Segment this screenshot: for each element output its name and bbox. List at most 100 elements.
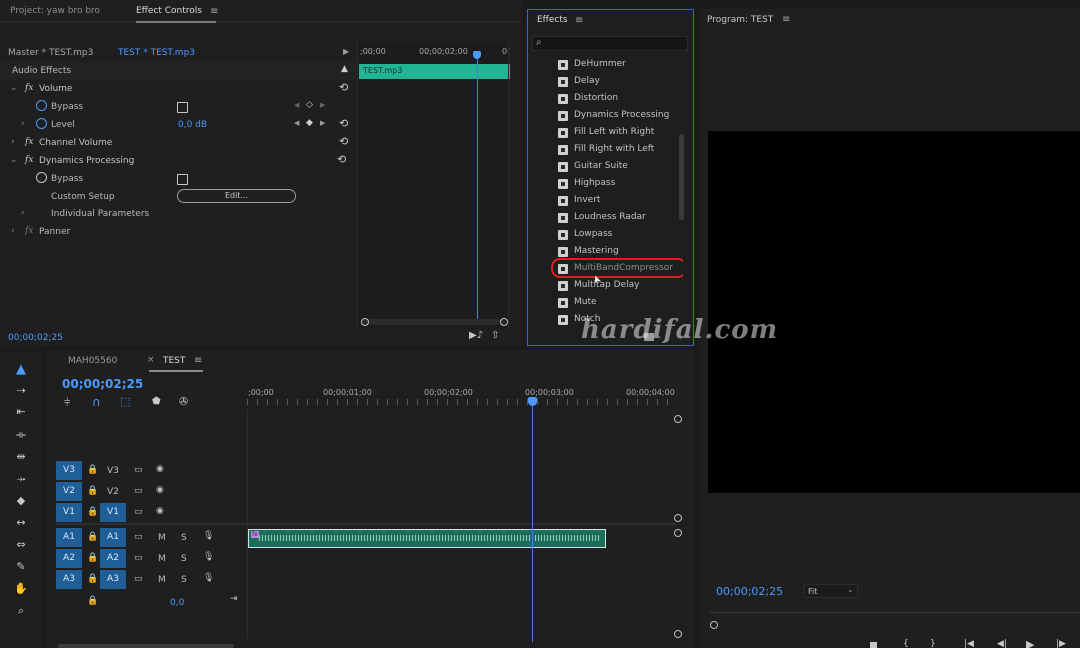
level-value[interactable]: 0,0 dB: [178, 120, 207, 130]
film-icon[interactable]: ▭: [134, 465, 143, 475]
audio-clip[interactable]: fx: [248, 529, 606, 548]
hand-tool-icon[interactable]: ✎: [13, 560, 29, 574]
track-select-tool-icon[interactable]: ⇢: [13, 384, 29, 398]
master-clip-label[interactable]: Master * TEST.mp3: [8, 48, 93, 58]
horizontal-scrollbar[interactable]: [58, 644, 234, 648]
scroll-handle[interactable]: [674, 630, 682, 638]
effect-item[interactable]: Delay: [558, 74, 678, 91]
lock-icon[interactable]: 🔒: [87, 553, 98, 563]
chevron-right-icon[interactable]: ›: [21, 119, 25, 129]
fx-icon[interactable]: fx: [25, 137, 33, 147]
effects-search-field[interactable]: ⌕: [532, 36, 688, 51]
chevron-down-icon[interactable]: ⌄: [10, 83, 18, 93]
export-audio-icon[interactable]: ▶♪: [469, 330, 483, 341]
lock-icon[interactable]: 🔒: [87, 532, 98, 542]
effect-item[interactable]: Guitar Suite: [558, 159, 678, 176]
fx-icon[interactable]: fx: [25, 226, 33, 236]
effect-item[interactable]: Distortion: [558, 91, 678, 108]
export-icon[interactable]: ⇧: [491, 330, 499, 341]
track-source-button[interactable]: A3: [56, 570, 82, 589]
collapse-icon[interactable]: ▲: [341, 64, 348, 74]
track-source-button[interactable]: A1: [56, 528, 82, 547]
channel-volume-row[interactable]: › fx Channel Volume ⟲: [0, 134, 357, 152]
tab-effect-controls[interactable]: Effect Controls: [136, 6, 216, 23]
stopwatch-icon[interactable]: [36, 100, 47, 111]
reset-icon[interactable]: ⟲: [339, 117, 348, 130]
reset-icon[interactable]: ⟲: [339, 81, 348, 94]
go-to-in-icon[interactable]: |◀: [964, 639, 974, 648]
stopwatch-icon[interactable]: [36, 172, 47, 183]
effect-item[interactable]: DeHummer: [558, 57, 678, 74]
effect-item[interactable]: Multitap Delay: [558, 278, 678, 295]
slip-tool-icon[interactable]: ◆: [13, 494, 29, 508]
pen-tool-icon[interactable]: ⇔: [13, 538, 29, 552]
scroll-handle[interactable]: [674, 415, 682, 423]
fx-icon[interactable]: fx: [25, 83, 33, 93]
rolling-edit-tool-icon[interactable]: ⟛: [13, 428, 29, 442]
rate-stretch-tool-icon[interactable]: ⇹: [13, 450, 29, 464]
ec-timecode[interactable]: 00;00;02;25: [8, 333, 63, 343]
play-only-icon[interactable]: ▶: [343, 47, 349, 56]
effect-item[interactable]: Loudness Radar: [558, 210, 678, 227]
solo-button[interactable]: S: [181, 554, 187, 564]
bypass-checkbox[interactable]: [177, 174, 188, 185]
scroll-handle-left[interactable]: [361, 318, 369, 326]
film-icon[interactable]: ▭: [134, 553, 143, 563]
stop-icon[interactable]: [870, 642, 877, 648]
prev-keyframe-icon[interactable]: ◀: [294, 119, 299, 127]
dynamics-processing-row[interactable]: ⌄ fx Dynamics Processing ⟲: [0, 152, 357, 170]
panel-menu-icon[interactable]: ≡: [210, 6, 218, 17]
chevron-right-icon[interactable]: ›: [21, 208, 25, 218]
timeline-ruler[interactable]: ;00;00 00;00;01;00 00;00;02;00 00;00;03;…: [247, 384, 677, 410]
film-icon[interactable]: ▭: [134, 486, 143, 496]
effects-scrollbar[interactable]: [679, 134, 684, 220]
effect-item[interactable]: Highpass: [558, 176, 678, 193]
effects-title[interactable]: Effects: [537, 15, 568, 25]
tab-project[interactable]: Project: yaw bro bro: [10, 6, 100, 16]
step-forward-icon[interactable]: |▶: [1056, 639, 1066, 648]
snap-icon[interactable]: ∩: [92, 395, 101, 409]
panel-menu-icon[interactable]: ≡: [575, 15, 583, 26]
stopwatch-icon[interactable]: [36, 118, 47, 129]
film-icon[interactable]: ▭: [134, 507, 143, 517]
scroll-handle[interactable]: [674, 514, 682, 522]
go-to-end-icon[interactable]: ⇥: [230, 594, 238, 604]
track-target-label[interactable]: V3: [107, 466, 119, 476]
effect-item[interactable]: Fill Right with Left: [558, 142, 678, 159]
mute-button[interactable]: M: [158, 575, 166, 585]
eye-icon[interactable]: ◉: [156, 464, 164, 474]
ripple-edit-tool-icon[interactable]: ⇤: [13, 405, 29, 419]
effect-item[interactable]: Lowpass: [558, 227, 678, 244]
program-video-frame[interactable]: [708, 131, 1080, 493]
slide-tool-icon[interactable]: ↔: [13, 516, 29, 530]
play-icon[interactable]: ▶: [1026, 638, 1034, 648]
track-target-button[interactable]: A1: [100, 528, 126, 547]
volume-row[interactable]: ⌄ fx Volume ⟲: [0, 80, 357, 98]
effect-item[interactable]: Mute: [558, 295, 678, 312]
mark-out-icon[interactable]: }: [930, 639, 936, 648]
panner-row[interactable]: › fx Panner: [0, 223, 357, 241]
scroll-handle[interactable]: [674, 529, 682, 537]
eye-icon[interactable]: ◉: [156, 506, 164, 516]
panel-menu-icon[interactable]: ≡: [782, 14, 790, 25]
sequence-clip-label[interactable]: TEST * TEST.mp3: [118, 48, 195, 58]
track-target-button[interactable]: A3: [100, 570, 126, 589]
reset-icon[interactable]: ⟲: [337, 153, 346, 166]
fit-dropdown[interactable]: Fit ⌄: [804, 584, 858, 598]
solo-button[interactable]: S: [181, 575, 187, 585]
program-timecode[interactable]: 00;00;02;25: [716, 585, 783, 598]
lock-icon[interactable]: 🔒: [87, 465, 98, 475]
microphone-icon[interactable]: 🎙: [203, 531, 214, 541]
search-input[interactable]: [549, 38, 685, 50]
step-back-icon[interactable]: ◀|: [997, 639, 1007, 648]
tab-test[interactable]: TEST: [163, 356, 185, 366]
track-target-label[interactable]: V1: [100, 503, 126, 522]
mute-button[interactable]: M: [158, 554, 166, 564]
mute-button[interactable]: M: [158, 533, 166, 543]
lock-icon[interactable]: 🔒: [87, 574, 98, 584]
add-marker-icon[interactable]: ⬟: [152, 396, 161, 407]
chevron-right-icon[interactable]: ›: [11, 137, 15, 147]
reset-icon[interactable]: ⟲: [339, 135, 348, 148]
zoom-tool-icon[interactable]: ✋: [13, 582, 29, 596]
film-icon[interactable]: ▭: [134, 532, 143, 542]
